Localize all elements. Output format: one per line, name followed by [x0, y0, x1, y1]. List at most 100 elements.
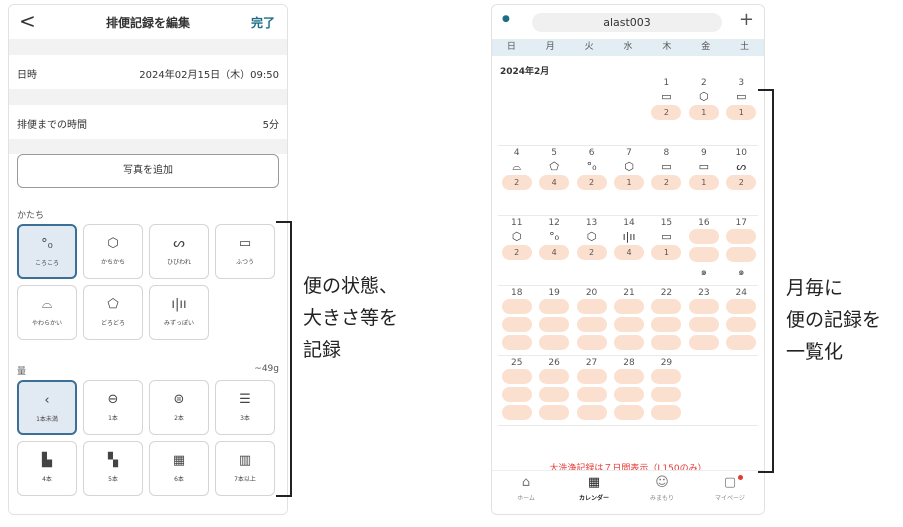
shape-option[interactable]: ⬠ どろどろ: [83, 285, 143, 340]
amount-option[interactable]: ▚ 5本: [83, 441, 143, 496]
tab-watch[interactable]: ☺ みまもり: [628, 471, 696, 514]
shape-option[interactable]: ⬡ かちかち: [83, 224, 143, 279]
amount-option[interactable]: ☰ 3本: [215, 380, 275, 435]
calendar-day[interactable]: 27: [576, 358, 607, 423]
tab-calendar[interactable]: ▦ カレンダー: [560, 471, 628, 514]
empty-record: [614, 369, 644, 384]
calendar-day[interactable]: 10 ᔕ 2: [726, 148, 757, 193]
calendar-day[interactable]: 14 ı|ıı 4: [614, 218, 644, 263]
amount-option[interactable]: ‹ 1本未満: [17, 380, 77, 435]
add-button[interactable]: +: [739, 9, 754, 30]
calendar-day[interactable]: 3 ▭ 1: [726, 78, 757, 123]
empty-record: [726, 335, 757, 350]
day-number: 21: [623, 288, 635, 298]
calendar-header: ● alast003 +: [492, 5, 764, 39]
done-button[interactable]: 完了: [251, 14, 275, 31]
weekday-label: 土: [740, 42, 750, 52]
record-count: 2: [651, 105, 682, 120]
month-label: 2024年2月: [500, 67, 550, 77]
calendar-day[interactable]: 13 ⬡ 2: [576, 218, 607, 263]
shape-option[interactable]: °₀ ころころ: [17, 224, 77, 279]
calendar-day[interactable]: 25: [501, 358, 532, 423]
annotation-right-line3: 一覧化: [786, 341, 844, 363]
calendar-day[interactable]: 22: [651, 288, 682, 353]
tab-mypage-icon: ▢: [723, 475, 737, 490]
stool-shape-icon: ᔕ: [736, 160, 747, 173]
shape-option[interactable]: ı|ıı みずっぽい: [149, 285, 209, 340]
calendar-grid: 1 ▭ 2 2 ⬡ 1 3 ▭ 1 4 ⌓ 2 5 ⬠ 4 6 °₀ 2 7 ⬡ 1 8 ▭ 2 9 ▭ 1 10 ᔕ 2 11 ⬡ 2 12 °₀…: [492, 76, 764, 426]
shape-section-label: かたち: [17, 211, 45, 221]
tab-mypage-label: マイページ: [715, 495, 745, 502]
calendar-screen: ● alast003 + 日月火水木金土 2024年2月 1 ▭ 2 2 ⬡ 1 3 ▭ 1 4 ⌓…: [491, 4, 765, 515]
shape-icon: ▭: [238, 236, 252, 251]
shape-label: ひびわれ: [167, 259, 191, 266]
empty-record: [688, 229, 719, 244]
calendar-day[interactable]: 29: [651, 358, 682, 423]
edit-header: < 排便記録を編集 完了: [9, 5, 287, 39]
calendar-day[interactable]: 2 ⬡ 1: [688, 78, 719, 123]
calendar-day[interactable]: 19: [539, 288, 570, 353]
tab-home[interactable]: ⌂ ホーム: [492, 471, 560, 514]
duration-value: 5分: [262, 120, 279, 131]
calendar-day[interactable]: 17 ๑: [726, 218, 757, 280]
shape-option[interactable]: ⌓ やわらかい: [17, 285, 77, 340]
calendar-day[interactable]: 1 ▭ 2: [651, 78, 682, 123]
amount-option[interactable]: ⊖ 1本: [83, 380, 143, 435]
calendar-day[interactable]: 24: [726, 288, 757, 353]
duration-label: 排便までの時間: [17, 120, 87, 131]
empty-record: [614, 387, 644, 402]
calendar-day[interactable]: 21: [614, 288, 644, 353]
calendar-day[interactable]: 7 ⬡ 1: [614, 148, 644, 193]
calendar-day[interactable]: 15 ▭ 1: [651, 218, 682, 263]
stool-shape-icon: ▭: [661, 230, 672, 243]
tab-calendar-icon: ▦: [587, 475, 601, 490]
amount-option[interactable]: ▦ 6本: [149, 441, 209, 496]
calendar-day[interactable]: 6 °₀ 2: [576, 148, 607, 193]
stool-shape-icon: ▭: [661, 160, 672, 173]
amount-option[interactable]: ▙ 4本: [17, 441, 77, 496]
person-icon[interactable]: ●: [502, 14, 510, 24]
calendar-day[interactable]: 18: [501, 288, 532, 353]
shape-option[interactable]: ▭ ふつう: [215, 224, 275, 279]
day-number: 7: [626, 148, 632, 158]
empty-record: [576, 405, 607, 420]
calendar-day[interactable]: 5 ⬠ 4: [539, 148, 570, 193]
day-number: 16: [698, 218, 710, 228]
amount-icon: ▚: [108, 453, 118, 468]
amount-label: 3本: [240, 415, 250, 422]
amount-option[interactable]: ▥ 7本以上: [215, 441, 275, 496]
calendar-day[interactable]: 26: [539, 358, 570, 423]
record-count: 2: [501, 245, 532, 260]
user-selector[interactable]: alast003: [532, 13, 722, 32]
add-photo-button[interactable]: 写真を追加: [17, 154, 279, 188]
calendar-day[interactable]: 20: [576, 288, 607, 353]
calendar-week: 25 26 27 28 29: [498, 356, 758, 426]
datetime-value: 2024年02月15日（木）09:50: [139, 70, 279, 81]
duration-row[interactable]: 排便までの時間 5分: [9, 105, 287, 139]
amount-option[interactable]: ⊜ 2本: [149, 380, 209, 435]
amount-label: 1本未満: [36, 416, 58, 423]
day-number: 27: [585, 358, 598, 368]
shape-option[interactable]: ᔕ ひびわれ: [149, 224, 209, 279]
calendar-day[interactable]: 16 ๑: [688, 218, 719, 280]
shape-label: かちかち: [100, 259, 125, 266]
calendar-day[interactable]: 8 ▭ 2: [651, 148, 682, 193]
empty-record: [688, 335, 719, 350]
stool-shape-icon: ⬡: [586, 230, 597, 243]
calendar-day[interactable]: 9 ▭ 1: [688, 148, 719, 193]
calendar-day[interactable]: 23: [688, 288, 719, 353]
shape-label: どろどろ: [100, 320, 125, 327]
amount-icon: ‹: [44, 393, 50, 408]
calendar-day[interactable]: 28: [614, 358, 644, 423]
amount-label: 4本: [42, 476, 52, 483]
amount-icon: ▥: [238, 453, 252, 468]
calendar-day[interactable]: 4 ⌓ 2: [501, 148, 532, 193]
record-form: 写真を追加 かたち °₀ ころころ ⬡ かちかち ᔕ ひびわれ ▭ ふつう ⌓ やわらかい ⬠ どろど…: [9, 154, 287, 514]
tab-mypage[interactable]: ▢ マイページ: [696, 471, 764, 514]
datetime-row[interactable]: 日時 2024年02月15日（木）09:50: [9, 55, 287, 89]
calendar-day[interactable]: 11 ⬡ 2: [501, 218, 532, 263]
empty-record: [688, 299, 719, 314]
calendar-day[interactable]: 12 °₀ 4: [539, 218, 570, 263]
stool-shape-icon: °₀: [549, 230, 560, 243]
tab-home-label: ホーム: [517, 495, 535, 502]
